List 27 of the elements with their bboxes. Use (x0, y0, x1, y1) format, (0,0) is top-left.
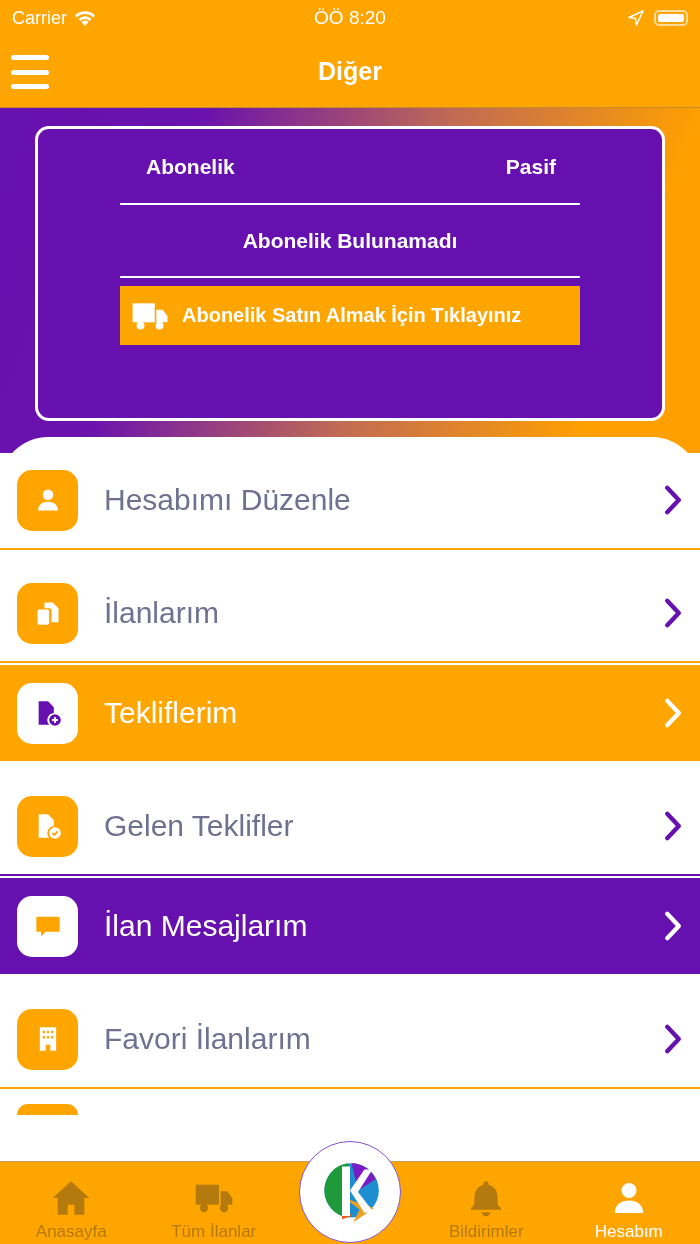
wifi-icon (73, 9, 97, 27)
tab[interactable]: Anasayfa (0, 1178, 143, 1242)
chevron-right-icon (664, 1023, 682, 1055)
carrier-name: Carrier (12, 7, 67, 29)
menu-item[interactable]: İlanlarım (0, 565, 700, 663)
tab[interactable]: Bildirimler (415, 1178, 558, 1242)
menu-item[interactable]: Favori İlanlarım (0, 991, 700, 1089)
battery-icon (654, 10, 688, 26)
location-arrow-icon (628, 10, 644, 26)
menu-item[interactable]: İlan Mesajlarım (0, 878, 700, 974)
menu-item[interactable]: Tekliflerim (0, 665, 700, 761)
chevron-right-icon (664, 697, 682, 729)
chevron-right-icon (664, 484, 682, 516)
menu-item[interactable]: Hesabımı Düzenle (0, 452, 700, 550)
chevron-right-icon (664, 597, 682, 629)
icon-tile (17, 1104, 78, 1115)
tab[interactable]: Tüm İlanlar (142, 1178, 285, 1242)
chevron-right-icon (664, 810, 682, 842)
screen-title: Diğer (318, 57, 382, 86)
subscription-label: Abonelik (146, 155, 235, 179)
buy-subscription-button[interactable]: Abonelik Satın Almak İçin Tıklayınız (120, 286, 580, 345)
subscription-message: Abonelik Bulunamadı (120, 205, 580, 278)
tab[interactable]: Hesabım (557, 1178, 700, 1242)
menu-item[interactable]: Gelen Teklifler (0, 778, 700, 876)
subscription-status: Pasif (505, 155, 556, 179)
clock-time: ÖÖ 8:20 (314, 7, 386, 29)
chevron-right-icon (664, 910, 682, 942)
